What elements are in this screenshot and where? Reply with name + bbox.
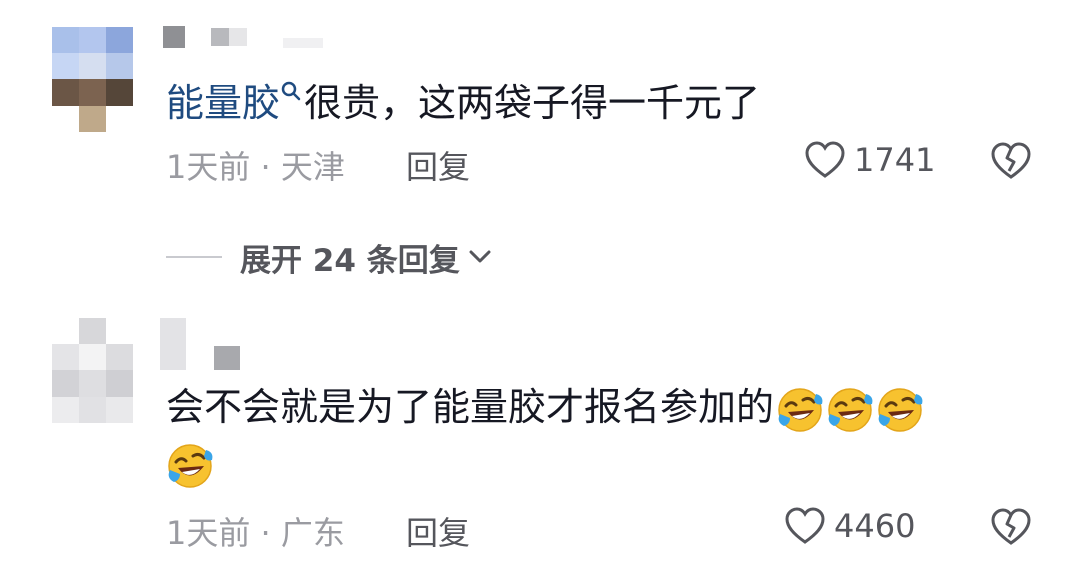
- comment-text-line-2: [166, 442, 214, 490]
- location: 广东: [280, 514, 345, 552]
- like-count: 1741: [854, 141, 936, 179]
- broken-heart-icon[interactable]: [990, 507, 1032, 547]
- search-icon[interactable]: [280, 80, 302, 102]
- expand-replies-label: 展开 24 条回复: [240, 242, 460, 279]
- timestamp: 1天前: [166, 148, 251, 186]
- reply-button[interactable]: 回复: [406, 142, 470, 188]
- broken-heart-icon[interactable]: [990, 141, 1032, 181]
- comment-body: 很贵，这两袋子得一千元了: [304, 81, 761, 125]
- separator: ·: [260, 148, 271, 186]
- keyword-link[interactable]: 能量胶: [166, 81, 280, 125]
- comment-meta: 1天前 · 天津: [166, 142, 345, 188]
- timestamp: 1天前: [166, 514, 251, 552]
- rofl-emoji-icon: [877, 387, 924, 432]
- rofl-emoji-icon: [777, 387, 824, 432]
- chevron-down-icon: [469, 250, 491, 263]
- like-button[interactable]: 1741: [804, 140, 935, 180]
- username-blurred[interactable]: [163, 26, 323, 52]
- avatar[interactable]: [52, 27, 133, 132]
- divider-line: [166, 256, 222, 258]
- separator: ·: [260, 514, 271, 552]
- reply-button[interactable]: 回复: [406, 508, 470, 554]
- heart-outline-icon: [805, 141, 845, 178]
- comment-body: 会不会就是为了能量胶才报名参加的: [166, 385, 775, 429]
- rofl-emoji-icon: [167, 443, 214, 489]
- heart-outline-icon: [785, 507, 825, 544]
- username-blurred[interactable]: [160, 318, 250, 370]
- rofl-emoji-icon: [827, 387, 874, 432]
- like-button[interactable]: 4460: [784, 506, 915, 546]
- comment-2: 会不会就是为了能量胶才报名参加的 1天前 · 广东 回复 4460: [0, 300, 1080, 584]
- comment-text: 会不会就是为了能量胶才报名参加的: [166, 382, 924, 434]
- avatar[interactable]: [52, 318, 133, 423]
- like-count: 4460: [834, 507, 916, 545]
- location: 天津: [280, 148, 345, 186]
- expand-replies-button[interactable]: 展开 24 条回复: [166, 234, 494, 280]
- comment-1: 能量胶 很贵，这两袋子得一千元了 1天前 · 天津 回复 1741: [0, 0, 1080, 200]
- comment-text: 能量胶 很贵，这两袋子得一千元了: [166, 78, 760, 128]
- comment-meta: 1天前 · 广东: [166, 508, 345, 554]
